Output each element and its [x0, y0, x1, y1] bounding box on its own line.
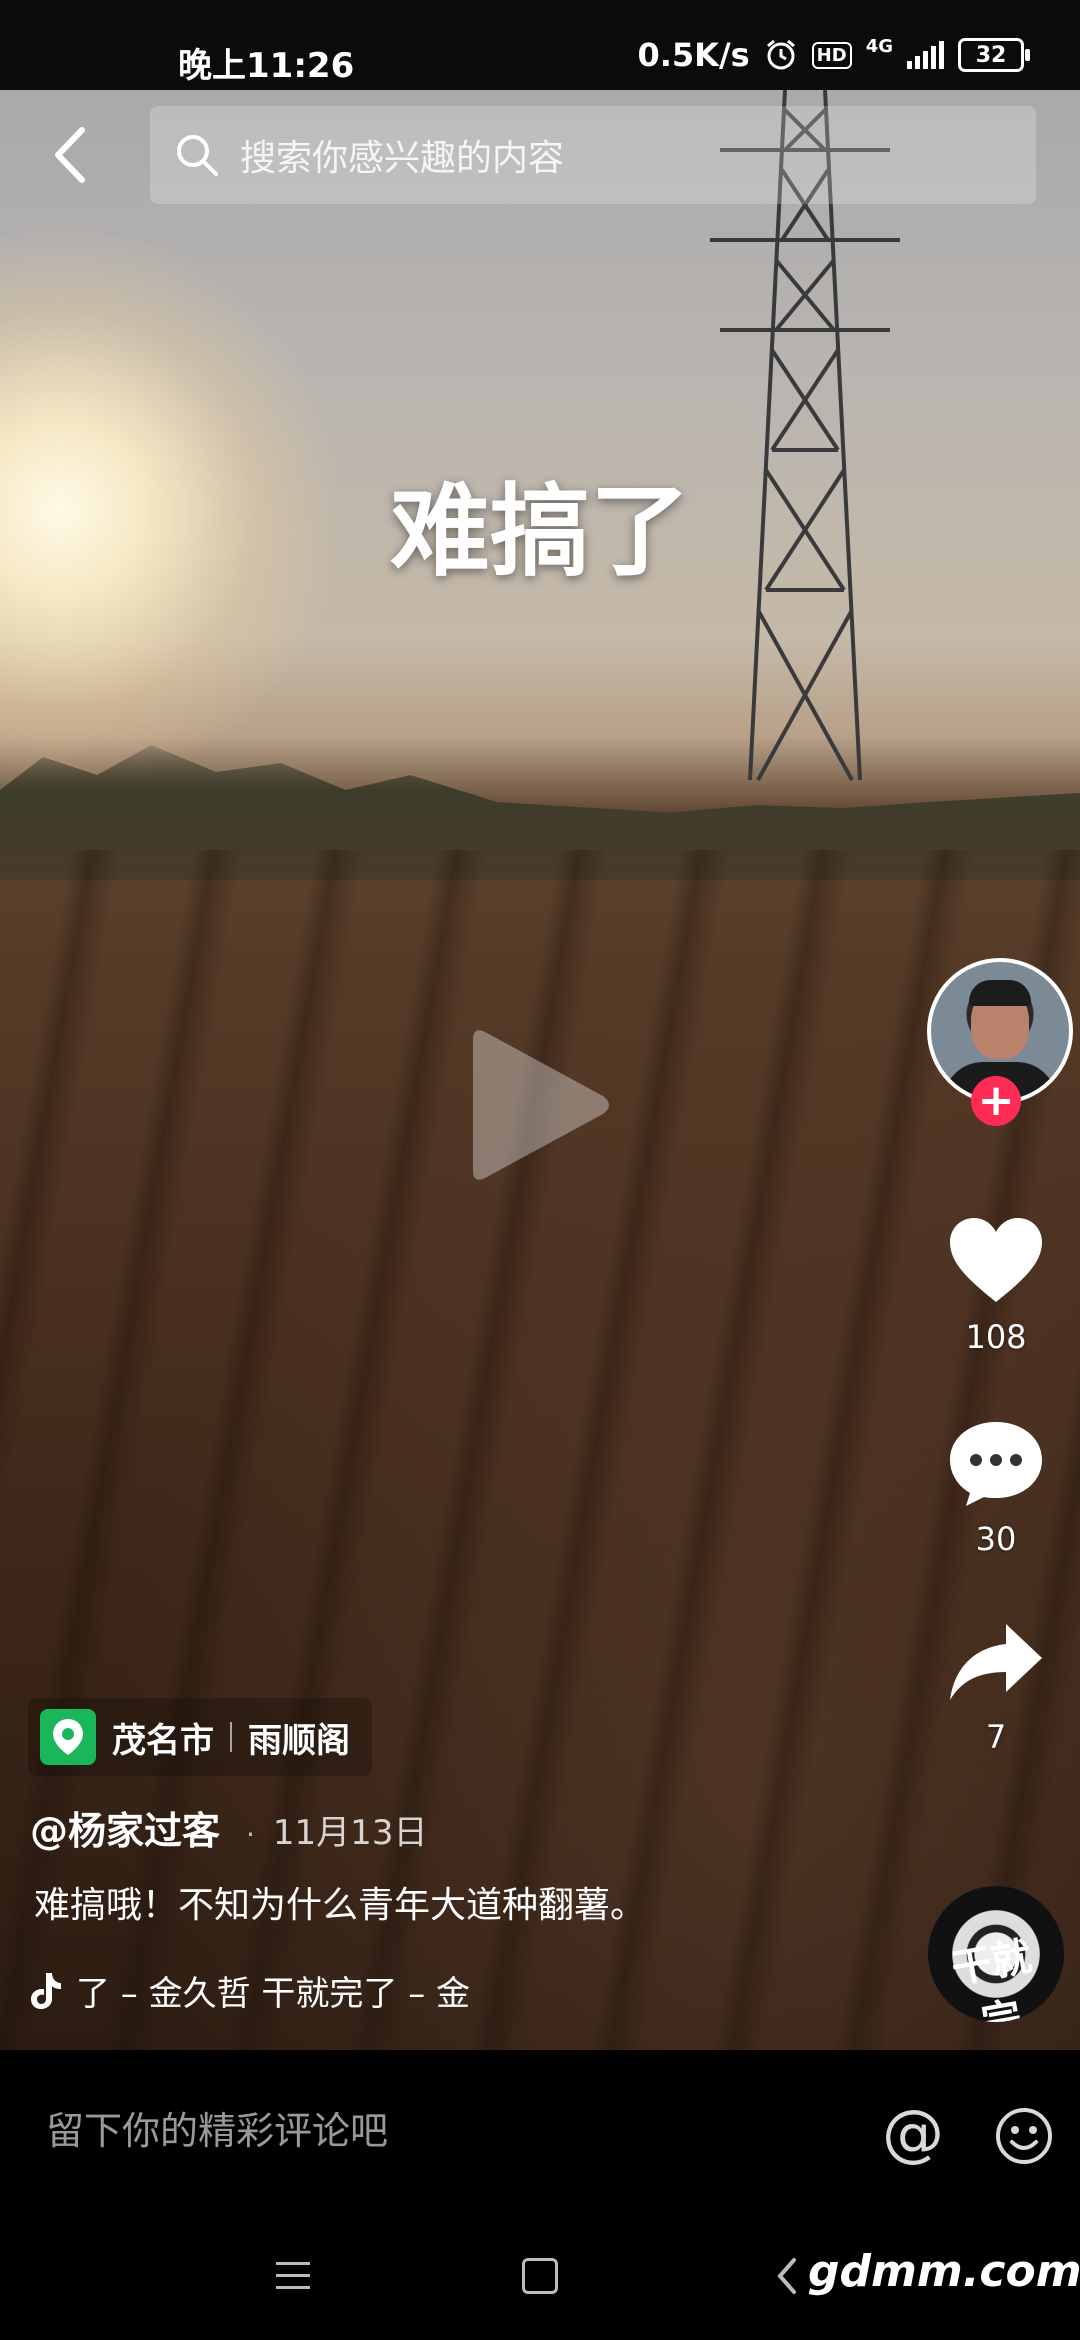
mention-at-icon[interactable]: @	[882, 2096, 944, 2169]
system-nav-bar: gdmm.com	[0, 2210, 1080, 2340]
heart-icon	[950, 1218, 1042, 1302]
comment-bar: 留下你的精彩评论吧 @	[0, 2050, 1080, 2210]
hd-badge: HD	[811, 41, 852, 69]
comment-bubble-icon	[950, 1422, 1042, 1506]
share-button[interactable]: 7	[930, 1620, 1062, 1756]
back-arrow-icon[interactable]	[46, 120, 94, 190]
post-date: 11月13日	[272, 1813, 428, 1853]
like-button[interactable]: 108	[930, 1216, 1062, 1356]
comment-count: 30	[975, 1520, 1017, 1558]
music-ticker-text: 了 – 金久哲 干就完了 – 金	[76, 1974, 471, 2014]
music-disc[interactable]: 干就完	[928, 1886, 1064, 2022]
status-time: 晚上11:26	[178, 46, 355, 86]
music-ticker: 了 – 金久哲 干就完了 – 金	[76, 1966, 576, 2015]
video-description[interactable]: 难搞哦！不知为什么青年大道种翻薯。	[34, 1876, 646, 1928]
search-placeholder: 搜索你感兴趣的内容	[240, 138, 565, 179]
alarm-icon	[766, 39, 795, 70]
like-count: 108	[965, 1318, 1027, 1356]
location-chip[interactable]: 茂名市 雨顺阁	[28, 1698, 372, 1776]
status-indicators: 0.5K/s HD 4G 32	[637, 36, 1030, 74]
battery-level: 32	[975, 42, 1007, 68]
location-city: 茂名市	[112, 1720, 214, 1761]
location-divider	[230, 1722, 232, 1752]
location-place: 雨顺阁	[248, 1720, 350, 1761]
meta-separator: ·	[246, 1818, 255, 1851]
emoji-icon[interactable]	[994, 2106, 1054, 2166]
avatar-hair	[969, 980, 1031, 1006]
location-pin-icon	[40, 1709, 96, 1765]
comment-button[interactable]: 30	[930, 1418, 1062, 1558]
status-bar: 晚上11:26 0.5K/s HD 4G 32	[0, 0, 1080, 90]
share-count: 7	[985, 1718, 1007, 1756]
recent-apps-icon[interactable]	[276, 2262, 310, 2292]
battery-icon: 32	[958, 38, 1030, 72]
follow-button[interactable]: +	[971, 1076, 1021, 1126]
search-bar[interactable]: 搜索你感兴趣的内容	[150, 106, 1036, 204]
nav-back-icon[interactable]	[772, 2252, 804, 2300]
music-note-icon	[31, 1972, 61, 2009]
video-feed-screen: 晚上11:26 0.5K/s HD 4G 32 难搞了 搜索你感兴趣的内容 + …	[0, 0, 1080, 2340]
network-type: 4G	[865, 36, 893, 57]
music-disc-label: 干就完	[948, 1933, 1036, 2022]
play-icon[interactable]	[465, 1020, 615, 1190]
comment-input[interactable]: 留下你的精彩评论吧	[46, 2100, 388, 2155]
share-arrow-icon	[950, 1624, 1042, 1700]
signal-icon	[907, 41, 944, 69]
home-icon[interactable]	[522, 2258, 558, 2294]
author-line: @杨家过客 · 11月13日	[30, 1800, 427, 1855]
net-speed: 0.5K/s	[637, 36, 750, 74]
author-name[interactable]: @杨家过客	[30, 1800, 220, 1855]
search-icon	[177, 135, 218, 176]
video-overlay-caption: 难搞了	[390, 473, 690, 590]
music-info[interactable]: 了 – 金久哲 干就完了 – 金	[28, 1966, 576, 2015]
watermark: gdmm.com	[808, 2246, 1080, 2297]
